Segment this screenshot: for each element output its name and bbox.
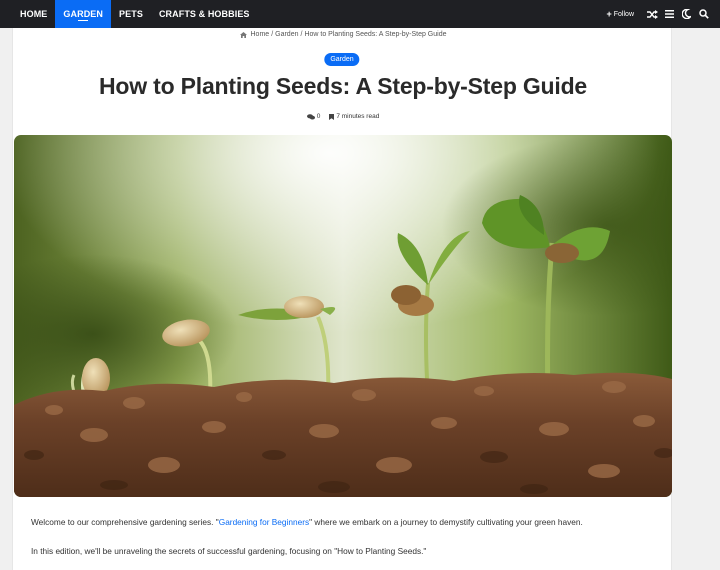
nav-item-label: PETS (119, 9, 143, 19)
nav-item-label: CRAFTS & HOBBIES (158, 9, 250, 19)
nav-item-label: GARDEN (63, 9, 104, 19)
read-time: 7 minutes read (336, 113, 380, 120)
nav-item-garden[interactable]: GARDEN (55, 0, 112, 30)
follow-button[interactable]: + Follow (607, 9, 635, 19)
dark-mode-toggle[interactable] (678, 0, 695, 28)
main-menu: HOME GARDEN PETS CRAFTS & HOBBIES (0, 0, 258, 30)
home-icon (239, 31, 247, 38)
breadcrumb-separator: / (271, 31, 274, 38)
breadcrumb-current: How to Planting Seeds: A Step-by-Step Gu… (304, 31, 447, 38)
active-indicator (78, 20, 89, 21)
menu-icon (665, 10, 674, 18)
nav-item-pets[interactable]: PETS (111, 0, 151, 28)
page-title: How to Planting Seeds: A Step-by-Step Gu… (98, 73, 588, 99)
article-paragraph: Welcome to our comprehensive gardening s… (31, 517, 651, 527)
comments-icon (306, 113, 315, 119)
article-container: Home / Garden / How to Planting Seeds: A… (12, 28, 672, 570)
article-paragraph: In this edition, we'll be unraveling the… (31, 546, 427, 556)
top-navigation-bar: HOME GARDEN PETS CRAFTS & HOBBIES + Foll… (0, 0, 720, 30)
nav-item-crafts-hobbies[interactable]: CRAFTS & HOBBIES (151, 0, 258, 28)
nav-item-label: HOME (20, 9, 48, 19)
plus-icon: + (606, 9, 612, 19)
post-meta: 0 7 minutes read (13, 113, 673, 120)
breadcrumb-category-link[interactable]: Garden (275, 31, 298, 38)
nav-item-home[interactable]: HOME (12, 0, 55, 28)
search-icon (698, 9, 709, 19)
search-button[interactable] (695, 0, 712, 28)
breadcrumb: Home / Garden / How to Planting Seeds: A… (13, 31, 673, 38)
featured-image (14, 135, 672, 497)
paragraph-text: " where we embark on a journey to demyst… (309, 517, 583, 527)
breadcrumb-separator: / (300, 31, 303, 38)
bookmark-icon (329, 113, 335, 120)
header-tools: + Follow (607, 0, 720, 28)
shuffle-icon (647, 9, 658, 19)
breadcrumb-home-link[interactable]: Home (251, 31, 270, 38)
moon-icon (682, 9, 691, 19)
paragraph-text: Welcome to our comprehensive gardening s… (31, 517, 219, 527)
gardening-for-beginners-link[interactable]: Gardening for Beginners (219, 517, 309, 527)
side-menu-button[interactable] (661, 0, 678, 28)
comments-count-link[interactable]: 0 (317, 113, 321, 120)
category-badge[interactable]: Garden (324, 53, 360, 66)
follow-label: Follow (613, 10, 634, 18)
random-article-button[interactable] (644, 0, 661, 28)
